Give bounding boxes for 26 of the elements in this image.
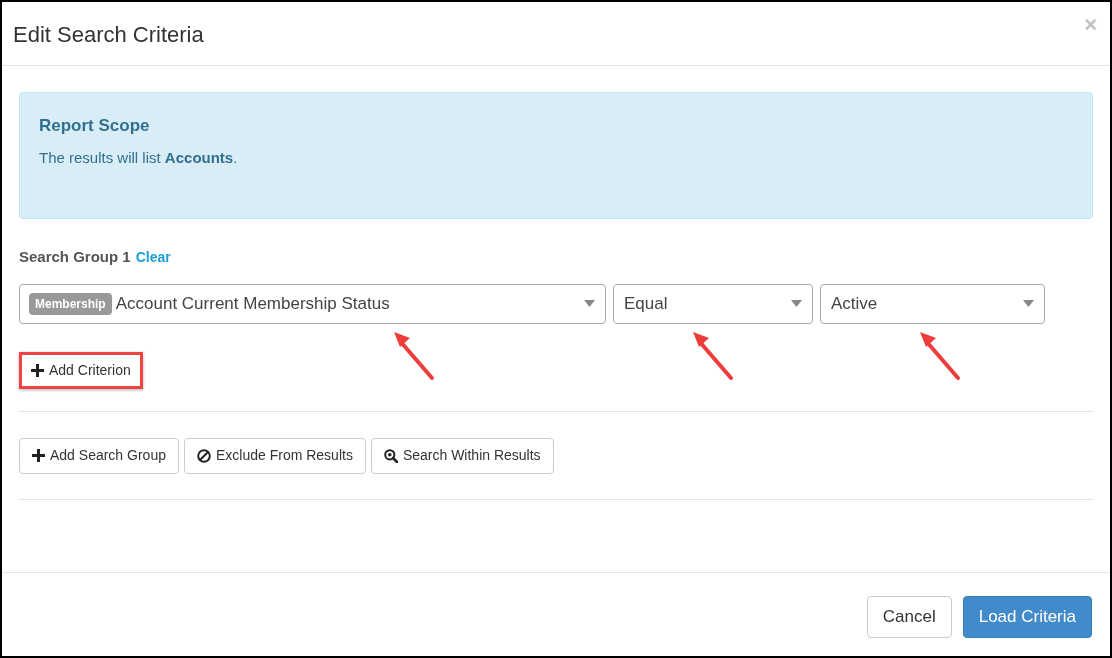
select-value: Active: [831, 292, 879, 315]
plus-icon: [31, 363, 44, 377]
annotation-arrow: [918, 330, 962, 382]
action-button[interactable]: Exclude From Results: [183, 437, 366, 474]
category-tag: Membership: [29, 292, 112, 315]
report-scope-text: The results will list Accounts.: [39, 147, 239, 168]
plus-icon: [32, 449, 45, 462]
annotation-arrow: [691, 330, 735, 382]
select-value: Account Current Membership Status: [115, 292, 391, 315]
action-button[interactable]: Add Search Group: [19, 437, 179, 474]
prohibited-icon: [196, 448, 211, 463]
select-field[interactable]: Membership Account Current Membership Status: [19, 283, 606, 324]
load-criteria-button[interactable]: Load Criteria: [962, 595, 1092, 638]
caret-icon: [584, 300, 595, 307]
dialog-title: Edit Search Criteria: [13, 21, 204, 49]
search-icon: [383, 448, 398, 463]
select-field[interactable]: Active: [820, 283, 1045, 324]
action-button[interactable]: Search Within Results: [370, 437, 554, 474]
select-value: Equal: [624, 292, 669, 315]
caret-icon: [791, 300, 802, 307]
report-scope-title: Report Scope: [39, 115, 151, 137]
search-group-label: Search Group 1: [19, 247, 131, 267]
cancel-button[interactable]: Cancel: [866, 595, 952, 638]
annotation-arrow: [392, 330, 436, 382]
select-field[interactable]: Equal: [613, 283, 813, 324]
caret-icon: [1023, 300, 1034, 307]
